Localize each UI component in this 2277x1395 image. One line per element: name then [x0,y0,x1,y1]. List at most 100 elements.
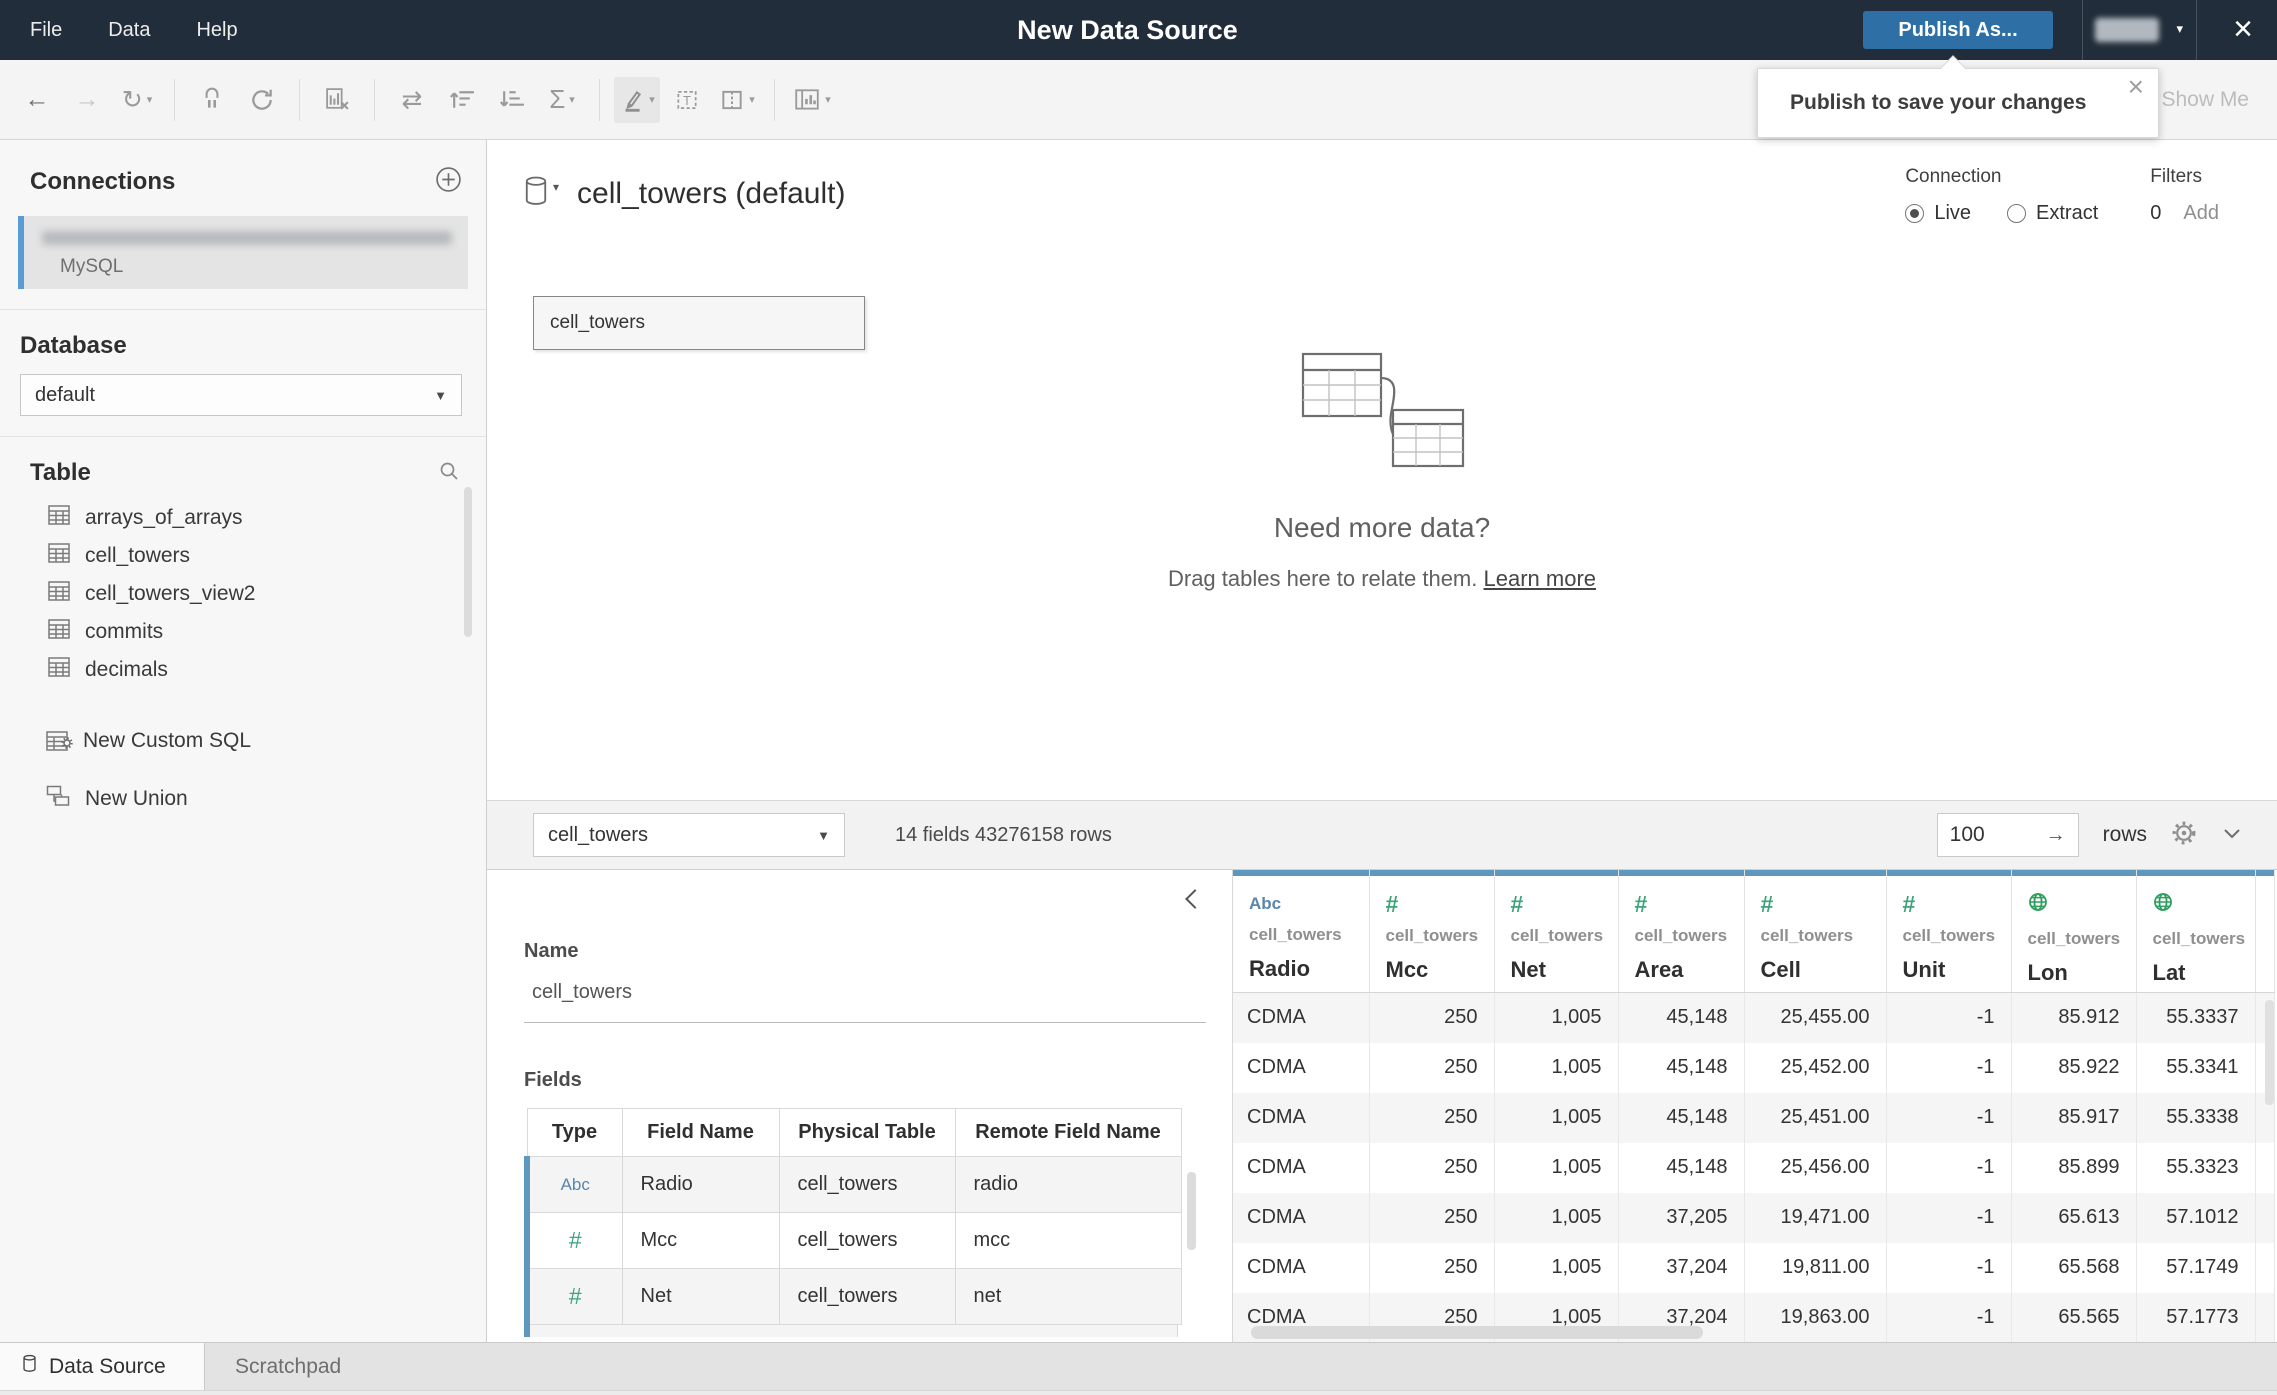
toolbar-divider [299,78,300,121]
grid-cell: -1 [1886,1242,2012,1293]
grid-row[interactable]: CDMA 250 1,005 45,148 25,456.00 -1 85.899 55.33… [1233,1142,2275,1193]
grid-cell-clipped [2255,1142,2275,1193]
filters-group: Filters 0 Add [2150,166,2219,225]
user-avatar[interactable] [2095,18,2159,42]
vertical-scrollbar[interactable] [2265,1000,2274,1105]
field-row[interactable]: # Mcc cell_towers mcc [524,1212,1182,1269]
new-union-button[interactable]: New Union [20,785,486,813]
logical-table-node[interactable]: cell_towers [533,296,865,350]
grid-cell: 250 [1369,1192,1495,1243]
fields-column-header: Type [526,1108,623,1157]
table-name: arrays_of_arrays [85,506,243,529]
apply-arrow-icon[interactable]: → [2046,824,2066,847]
grid-cell: 25,455.00 [1744,992,1887,1043]
window-close-button[interactable]: × [2233,6,2253,52]
undo-icon[interactable]: ← [14,77,60,123]
grid-cell: CDMA [1233,1192,1370,1243]
table-list-item[interactable]: decimals [20,651,486,689]
gear-icon[interactable] [2171,820,2197,851]
grid-cell: 55.3337 [2136,992,2256,1043]
database-select[interactable]: default ▼ [20,374,462,416]
show-me-button[interactable]: Show Me [2161,60,2249,140]
column-table-label: cell_towers [1760,926,1854,945]
grid-cell: 85.912 [2011,992,2137,1043]
tab-scratchpad[interactable]: Scratchpad [205,1343,445,1390]
database-icon[interactable] [523,176,549,211]
grid-column-header[interactable]: # cell_towers Area [1618,870,1745,993]
grid-row[interactable]: CDMA 250 1,005 45,148 25,452.00 -1 85.922 55.33… [1233,1042,2275,1093]
number-type-icon: # [1510,891,1524,917]
name-input[interactable]: cell_towers [524,981,1206,1023]
fields-scrollbar[interactable] [1187,1172,1196,1250]
sort-ascending-icon[interactable] [439,77,485,123]
sort-descending-icon[interactable] [489,77,535,123]
menu-file[interactable]: File [30,19,62,42]
tab-data-source[interactable]: Data Source [0,1343,205,1390]
grid-column-header[interactable]: cell_towers Lat [2136,870,2256,993]
grid-cell: 57.1773 [2136,1292,2256,1342]
fields-table: Type Field Name Physical Table Remote Field… [524,1108,1182,1325]
grid-cell: 25,452.00 [1744,1042,1887,1093]
cell-borders-icon[interactable]: ▾ [714,77,760,123]
replay-icon[interactable]: ↻ ▾ [114,77,160,123]
connection-item[interactable]: MySQL [18,216,468,289]
user-menu-caret-icon[interactable]: ▾ [2176,21,2183,37]
filters-add-link[interactable]: Add [2183,202,2219,225]
grid-column-header[interactable]: # cell_towers Unit [1886,870,2012,993]
grid-column-header[interactable]: # cell_towers Cell [1744,870,1887,993]
remote-field-cell: mcc [954,1212,1182,1269]
grid-column-header[interactable]: cell_towers Lon [2011,870,2137,993]
horizontal-scrollbar[interactable] [1251,1326,1703,1339]
new-custom-sql-button[interactable]: New Custom SQL [20,729,486,753]
table-list-item[interactable]: commits [20,613,486,651]
swap-rows-columns-icon[interactable]: ⇄ [389,77,435,123]
relationship-canvas: ▾ cell_towers (default) Connection Live … [487,140,2277,800]
show-viz-icon[interactable]: ▾ [789,77,835,123]
highlight-icon[interactable]: ▾ [614,76,660,123]
field-row[interactable]: # Net cell_towers net [524,1268,1182,1325]
grid-column-header[interactable]: # cell_towers Mcc [1369,870,1495,993]
grid-cell: -1 [1886,1042,2012,1093]
pause-auto-updates-icon[interactable] [189,77,235,123]
grid-row[interactable]: CDMA 250 1,005 37,205 19,471.00 -1 65.613 57.10… [1233,1192,2275,1243]
grid-cell: 45,148 [1618,992,1745,1043]
grid-row[interactable]: CDMA 250 1,005 45,148 25,455.00 -1 85.912 55.33… [1233,992,2275,1043]
table-list-item[interactable]: cell_towers_view2 [20,575,486,613]
tooltip-close-icon[interactable]: × [2128,71,2144,103]
table-list-item[interactable]: arrays_of_arrays [20,499,486,537]
table-icon [48,657,70,683]
geo-type-icon [2028,892,2048,920]
learn-more-link[interactable]: Learn more [1484,566,1597,591]
sidebar-scrollbar[interactable] [464,487,472,637]
publish-as-button[interactable]: Publish As... [1863,11,2053,49]
extract-radio[interactable]: Extract [2007,202,2098,225]
redo-icon[interactable]: → [64,77,110,123]
totals-icon[interactable]: Σ ▾ [539,77,585,123]
grid-row[interactable]: CDMA 250 1,005 37,204 19,811.00 -1 65.568 57.17… [1233,1242,2275,1293]
collapse-panel-icon[interactable] [1185,889,1205,909]
grid-column-header[interactable]: Abc cell_towers Radio [1233,870,1370,993]
table-list-item[interactable]: cell_towers [20,537,486,575]
field-row[interactable]: Abc Radio cell_towers radio [524,1156,1182,1213]
clear-sheet-icon[interactable] [314,77,360,123]
search-icon[interactable] [438,460,460,487]
number-type-icon: # [568,1226,582,1253]
add-connection-icon[interactable] [435,166,462,198]
grid-row[interactable]: CDMA 250 1,005 45,148 25,451.00 -1 85.917 55.33… [1233,1092,2275,1143]
row-count-input[interactable]: 100 → [1936,813,2079,857]
menu-data[interactable]: Data [108,19,150,42]
name-label: Name [524,940,579,962]
run-update-icon[interactable] [239,77,285,123]
preview-table-select[interactable]: cell_towers ▼ [533,813,845,857]
menu-help[interactable]: Help [196,19,237,42]
chevron-down-icon[interactable] [2221,822,2243,849]
publish-tooltip: Publish to save your changes × [1757,55,2159,138]
grid-column-header[interactable]: # cell_towers Net [1494,870,1619,993]
grid-cell-clipped [2255,1192,2275,1243]
menubar: File Data Help [30,0,238,60]
grid-cell: 57.1749 [2136,1242,2256,1293]
caret-down-icon[interactable]: ▾ [553,180,559,194]
number-type-icon: # [568,1282,582,1309]
text-label-icon[interactable]: T [664,77,710,123]
live-radio[interactable]: Live [1905,202,1971,225]
